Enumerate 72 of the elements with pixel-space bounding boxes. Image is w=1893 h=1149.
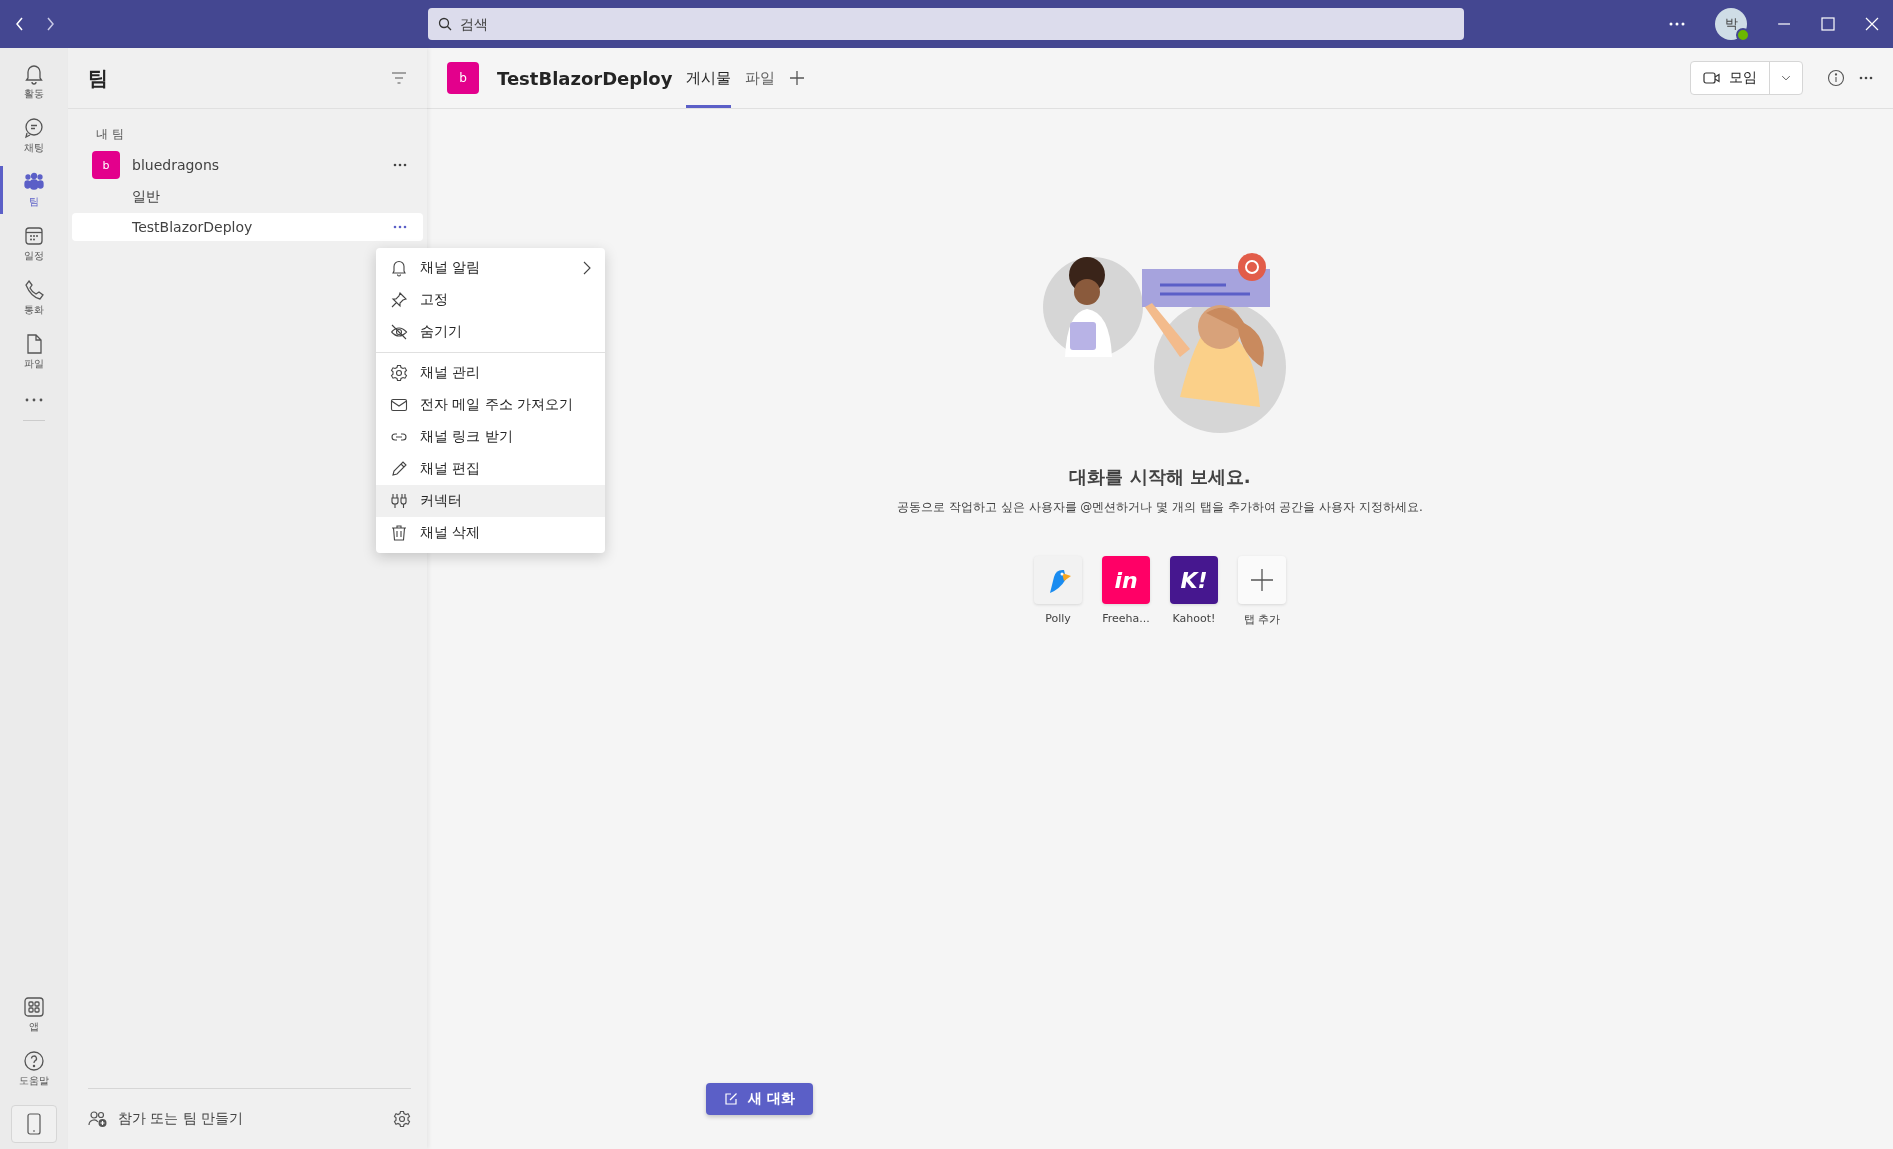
rail-item[interactable]: 팀 [0,166,68,214]
back-icon[interactable] [14,16,26,32]
menu-item[interactable]: 전자 메일 주소 가져오기 [376,389,605,421]
rail-item[interactable]: 통화 [0,274,68,322]
apps-icon [23,996,45,1018]
add-tab-icon[interactable] [789,70,806,86]
trash-icon [390,524,408,542]
plug-icon [390,492,408,510]
video-camera-icon [1703,71,1721,85]
sidebar-title: 팀 [88,64,108,92]
settings-icon[interactable] [393,1110,411,1128]
app-icon: K! [1170,556,1218,604]
rail-item[interactable]: 앱 [0,991,68,1039]
gear-icon [390,364,408,382]
channel-tab[interactable]: 게시물 [686,48,732,108]
help-icon [23,1050,45,1072]
channel-item[interactable]: TestBlazorDeploy [72,213,423,241]
rail-item[interactable]: 활동 [0,58,68,106]
more-icon[interactable] [393,225,407,229]
pencil-icon [390,460,408,478]
more-icon[interactable] [393,163,407,167]
app-tile[interactable]: Polly [1032,556,1084,627]
app-tile[interactable]: K! Kahoot! [1168,556,1220,627]
channel-avatar: b [447,62,479,94]
app-tile[interactable]: 탭 추가 [1236,556,1288,627]
channel-title: TestBlazorDeploy [497,67,673,89]
search-field[interactable]: 검색 [428,8,1464,40]
new-conversation-button[interactable]: 새 대화 [706,1083,813,1115]
pin-icon [390,291,408,309]
eye-slash-icon [390,323,408,341]
rail-item[interactable]: 도움말 [0,1045,68,1093]
menu-item[interactable]: 커넥터 [376,485,605,517]
user-avatar[interactable]: 박 [1715,8,1747,40]
menu-item[interactable]: 채널 링크 받기 [376,421,605,453]
menu-item[interactable]: 숨기기 [376,316,605,348]
more-icon[interactable] [1859,76,1873,80]
close-icon[interactable] [1865,17,1879,31]
envelope-icon [390,396,408,414]
menu-item[interactable]: 채널 관리 [376,357,605,389]
bell-icon [390,259,408,277]
search-icon [438,17,452,31]
phone-icon [23,279,45,301]
phone-device-icon [27,1113,41,1135]
empty-state-text: 공동으로 작업하고 싶은 사용자를 @멘션하거나 몇 개의 탭을 추가하여 공간을 사용자 지정하세요. [897,499,1423,516]
chat-icon [23,117,45,139]
device-button[interactable] [11,1105,57,1143]
rail-item[interactable]: 채팅 [0,112,68,160]
rail-item[interactable]: 일정 [0,220,68,268]
forward-icon[interactable] [44,16,56,32]
menu-item[interactable]: 고정 [376,284,605,316]
menu-item[interactable]: 채널 삭제 [376,517,605,549]
app-icon: in [1102,556,1150,604]
app-tile[interactable]: in Freeha... [1100,556,1152,627]
info-icon[interactable] [1827,69,1845,87]
bell-icon [23,63,45,85]
maximize-icon[interactable] [1821,17,1835,31]
people-icon [23,171,45,193]
channel-item[interactable]: 일반 [72,183,423,211]
more-icon[interactable] [1669,22,1685,26]
compose-icon [724,1092,738,1106]
menu-item[interactable]: 채널 알림 [376,252,605,284]
team-avatar: b [92,151,120,179]
more-icon[interactable] [25,398,43,402]
rail-item[interactable]: 파일 [0,328,68,376]
team-item[interactable]: b bluedragons [72,149,423,181]
menu-item[interactable]: 채널 편집 [376,453,605,485]
section-label: 내 팀 [96,126,124,143]
empty-state-title: 대화를 시작해 보세요. [1069,465,1251,489]
calendar-icon [23,225,45,247]
join-team-link[interactable]: 참가 또는 팀 만들기 [88,1110,244,1128]
channel-tab[interactable]: 파일 [745,48,776,108]
add-people-icon [88,1110,108,1128]
